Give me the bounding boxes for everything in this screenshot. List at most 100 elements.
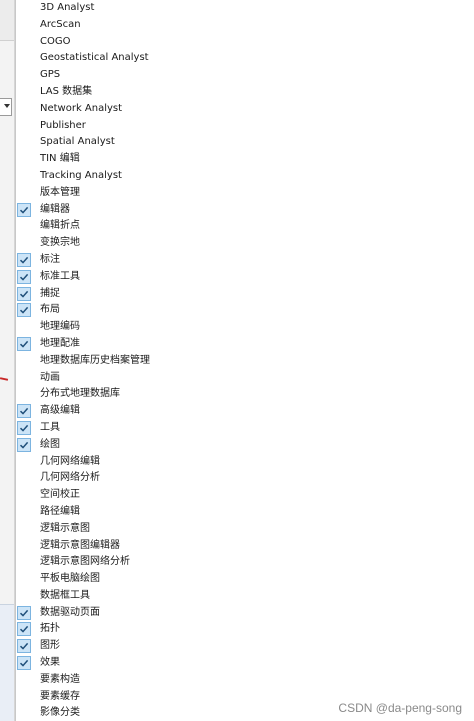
menu-item[interactable]: GPS <box>16 67 474 84</box>
menu-item[interactable]: 地理配准 <box>16 336 474 353</box>
menu-item-label: 标准工具 <box>40 270 80 282</box>
menu-item-label: 几何网络分析 <box>40 472 100 484</box>
background-combobox[interactable] <box>0 98 12 116</box>
menu-item[interactable]: 要素构造 <box>16 672 474 689</box>
menu-item-label: 数据驱动页面 <box>40 606 100 618</box>
menu-item-label: 捕捉 <box>40 287 60 299</box>
menu-item-label: 平板电脑绘图 <box>40 573 100 585</box>
menu-item-label: Geostatistical Analyst <box>40 52 149 64</box>
menu-item-label: 动画 <box>40 371 60 383</box>
checkmark-icon <box>17 303 31 318</box>
menu-item-label: 路径编辑 <box>40 505 80 517</box>
menu-item-label: 效果 <box>40 657 60 669</box>
menu-item[interactable]: 编辑器 <box>16 202 474 219</box>
menu-item-label: Publisher <box>40 119 86 131</box>
menu-item[interactable]: LAS 数据集 <box>16 84 474 101</box>
menu-item-label: COGO <box>40 35 71 47</box>
menu-item-label: 编辑折点 <box>40 220 80 232</box>
checkmark-icon <box>17 656 31 671</box>
menu-item[interactable]: 地理编码 <box>16 319 474 336</box>
checkmark-icon <box>17 605 31 620</box>
menu-item-label: 布局 <box>40 304 60 316</box>
menu-item[interactable]: Tracking Analyst <box>16 168 474 185</box>
menu-item-label: 变换宗地 <box>40 237 80 249</box>
menu-item-label: 标注 <box>40 253 60 265</box>
menu-item-label: 地理数据库历史档案管理 <box>40 354 150 366</box>
checkmark-icon <box>17 252 31 267</box>
menu-item-label: 逻辑示意图 <box>40 522 90 534</box>
menu-item-label: ArcScan <box>40 18 81 30</box>
menu-item[interactable]: 几何网络分析 <box>16 470 474 487</box>
checkmark-icon <box>17 420 31 435</box>
menu-item[interactable]: 逻辑示意图网络分析 <box>16 554 474 571</box>
checkmark-icon <box>17 639 31 654</box>
menu-item[interactable]: 几何网络编辑 <box>16 454 474 471</box>
menu-item-label: GPS <box>40 69 61 81</box>
menu-item[interactable]: 路径编辑 <box>16 504 474 521</box>
background-application <box>0 0 15 721</box>
menu-item-label: 地理编码 <box>40 321 80 333</box>
menu-item[interactable]: Publisher <box>16 118 474 135</box>
menu-item[interactable]: 平板电脑绘图 <box>16 571 474 588</box>
menu-item-label: 要素缓存 <box>40 690 80 702</box>
menu-item-label: 拓扑 <box>40 623 60 635</box>
menu-item[interactable]: 标注 <box>16 252 474 269</box>
menu-item[interactable]: Spatial Analyst <box>16 134 474 151</box>
menu-item-label: LAS 数据集 <box>40 85 93 97</box>
menu-item[interactable]: 动画 <box>16 370 474 387</box>
menu-item-label: 工具 <box>40 421 60 433</box>
menu-item[interactable]: 图形 <box>16 638 474 655</box>
menu-item[interactable]: 标准工具 <box>16 269 474 286</box>
menu-item[interactable]: 变换宗地 <box>16 235 474 252</box>
menu-item-label: 3D Analyst <box>40 2 95 13</box>
menu-item[interactable]: 3D Analyst <box>16 0 474 17</box>
menu-item-label: 高级编辑 <box>40 405 80 417</box>
menu-item[interactable]: 版本管理 <box>16 185 474 202</box>
menu-item[interactable]: 分布式地理数据库 <box>16 386 474 403</box>
menu-item-label: 图形 <box>40 640 60 652</box>
screenshot: 3D Analyst ArcScan COGO Geostatistical Anal… <box>0 0 474 721</box>
checkmark-icon <box>17 202 31 217</box>
menu-item[interactable]: 地理数据库历史档案管理 <box>16 353 474 370</box>
menu-item[interactable]: 布局 <box>16 302 474 319</box>
menu-item[interactable]: 绘图 <box>16 437 474 454</box>
menu-item[interactable]: 空间校正 <box>16 487 474 504</box>
menu-item[interactable]: 逻辑示意图编辑器 <box>16 538 474 555</box>
menu-item[interactable]: ArcScan <box>16 17 474 34</box>
menu-item[interactable]: 逻辑示意图 <box>16 521 474 538</box>
background-map-feature <box>0 377 9 381</box>
menu-item[interactable]: 编辑折点 <box>16 218 474 235</box>
menu-item-label: Network Analyst <box>40 102 123 114</box>
chevron-down-icon <box>4 104 10 108</box>
menu-item[interactable]: 捕捉 <box>16 286 474 303</box>
checkmark-icon <box>17 437 31 452</box>
menu-item-label: 逻辑示意图网络分析 <box>40 556 130 568</box>
toolbars-menu: 3D Analyst ArcScan COGO Geostatistical Anal… <box>15 0 474 721</box>
menu-item[interactable]: TIN 编辑 <box>16 151 474 168</box>
menu-item[interactable]: 效果 <box>16 655 474 672</box>
menu-item-label: Spatial Analyst <box>40 136 115 148</box>
menu-item-label: 影像分类 <box>40 707 80 719</box>
checkmark-icon <box>17 286 31 301</box>
menu-item[interactable]: 数据驱动页面 <box>16 605 474 622</box>
menu-item-label: 编辑器 <box>40 203 70 215</box>
menu-item[interactable]: 工具 <box>16 420 474 437</box>
menu-item-label: TIN 编辑 <box>40 153 80 165</box>
menu-item[interactable]: 数据框工具 <box>16 588 474 605</box>
menu-item[interactable]: 高级编辑 <box>16 403 474 420</box>
background-toolbar <box>0 0 14 41</box>
menu-item-label: 数据框工具 <box>40 589 90 601</box>
checkmark-icon <box>17 404 31 419</box>
menu-item[interactable]: COGO <box>16 34 474 51</box>
menu-item-label: 绘图 <box>40 438 60 450</box>
background-panel <box>0 604 14 721</box>
watermark: CSDN @da-peng-song <box>338 701 462 715</box>
menu-item-label: 几何网络编辑 <box>40 455 100 467</box>
checkmark-icon <box>17 269 31 284</box>
menu-item[interactable]: Network Analyst <box>16 101 474 118</box>
menu-item[interactable]: 拓扑 <box>16 621 474 638</box>
menu-item-label: Tracking Analyst <box>40 169 122 181</box>
menu-item-label: 地理配准 <box>40 337 80 349</box>
menu-item-label: 要素构造 <box>40 673 80 685</box>
menu-item[interactable]: Geostatistical Analyst <box>16 50 474 67</box>
